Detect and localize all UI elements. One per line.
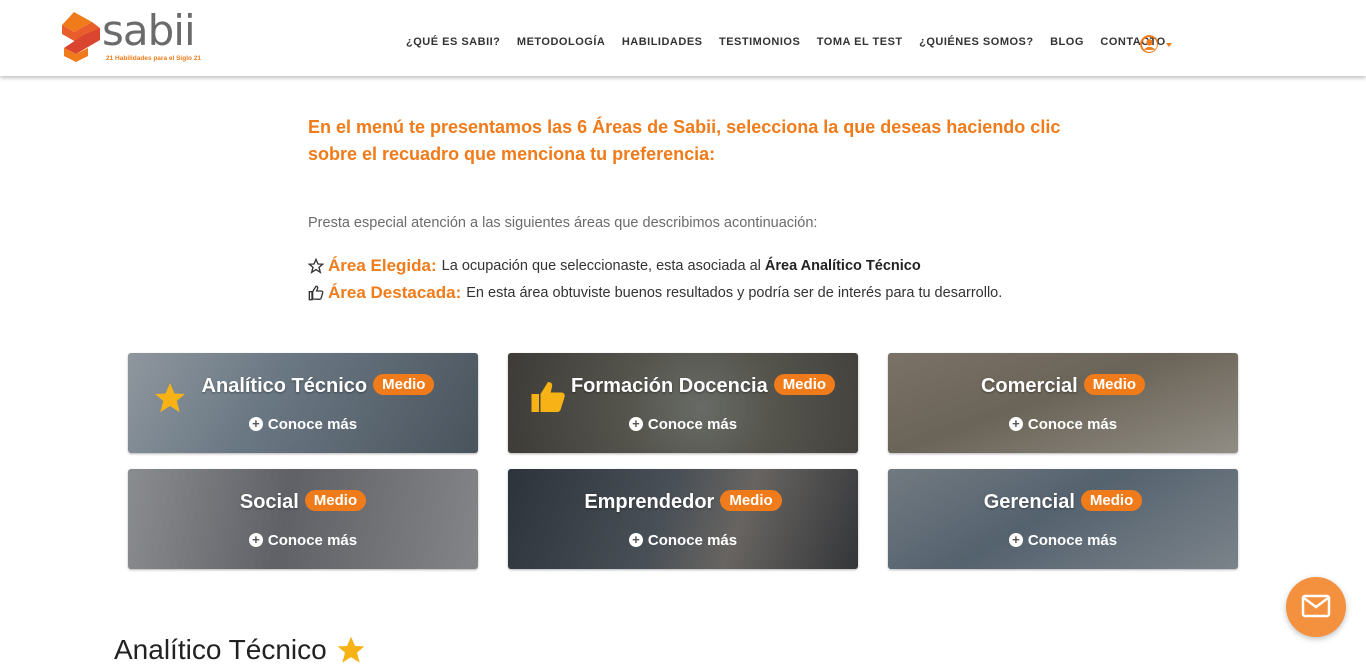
logo-mark-icon	[62, 12, 100, 62]
nav-item-toma-el-test[interactable]: TOMA EL TEST	[817, 36, 903, 48]
user-menu[interactable]	[1140, 35, 1176, 55]
intro-text: En el menú te presentamos las 6 Áreas de…	[308, 117, 1061, 164]
chevron-down-icon	[1166, 43, 1172, 47]
area-card-emprendedor[interactable]: Emprendedor Medio + Conoce más	[508, 469, 858, 569]
plus-circle-icon: +	[628, 533, 643, 548]
nav-item-blog[interactable]: BLOG	[1050, 36, 1084, 48]
plus-circle-icon: +	[248, 533, 263, 548]
card-title: Social	[239, 491, 299, 513]
learn-more-link[interactable]: + Conoce más	[128, 416, 478, 433]
legend-chosen-text: La ocupación que seleccionaste, esta aso…	[441, 258, 761, 274]
note-text: Presta especial atención a las siguiente…	[308, 215, 818, 231]
learn-more-link[interactable]: + Conoce más	[508, 532, 858, 549]
legend-chosen: Área Elegida: La ocupación que seleccion…	[308, 256, 921, 276]
learn-more-link[interactable]: + Conoce más	[888, 532, 1238, 549]
learn-more-label: Conoce más	[1027, 416, 1118, 433]
level-badge: Medio	[1083, 374, 1146, 396]
learn-more-label: Conoce más	[1027, 532, 1118, 549]
legend-chosen-label: Área Elegida:	[328, 256, 437, 275]
nav-item-metodologia[interactable]: METODOLOGÍA	[517, 36, 605, 48]
contact-mail-button[interactable]	[1286, 577, 1346, 637]
thumbs-up-outline-icon	[308, 285, 324, 301]
section-title-text: Analítico Técnico	[114, 634, 327, 665]
learn-more-label: Conoce más	[267, 416, 358, 433]
logo-tagline: 21 Habilidades para el Siglo 21	[106, 55, 202, 62]
main-nav: ¿QUÉ ES SABII? METODOLOGÍA HABILIDADES T…	[406, 36, 1182, 48]
area-card-gerencial[interactable]: Gerencial Medio + Conoce más	[888, 469, 1238, 569]
site-header: sabii 21 Habilidades para el Siglo 21 ¿Q…	[0, 0, 1366, 76]
nav-item-habilidades[interactable]: HABILIDADES	[622, 36, 703, 48]
learn-more-link[interactable]: + Conoce más	[508, 416, 858, 433]
card-title: Emprendedor	[584, 491, 715, 513]
learn-more-label: Conoce más	[267, 532, 358, 549]
nav-item-quienes-somos[interactable]: ¿QUIÉNES SOMOS?	[919, 36, 1033, 48]
legend-chosen-area: Área Analítico Técnico	[764, 258, 921, 274]
legend-highlight-label: Área Destacada:	[328, 283, 462, 302]
nav-item-testimonios[interactable]: TESTIMONIOS	[719, 36, 800, 48]
star-icon	[337, 636, 365, 663]
nav-item-que-es-sabii[interactable]: ¿QUÉ ES SABII?	[406, 36, 500, 48]
card-title: Formación Docencia	[570, 375, 768, 397]
level-badge: Medio	[1080, 490, 1143, 512]
level-badge: Medio	[720, 490, 782, 512]
learn-more-link[interactable]: + Conoce más	[128, 532, 478, 549]
legend-highlight-text: En esta área obtuviste buenos resultados…	[466, 285, 1003, 301]
plus-circle-icon: +	[1008, 417, 1023, 432]
sabii-logo[interactable]: sabii 21 Habilidades para el Siglo 21	[62, 6, 222, 68]
section-title: Analítico Técnico	[114, 634, 367, 666]
area-card-analitico-tecnico[interactable]: Analítico Técnico Medio + Conoce más	[128, 353, 478, 453]
card-title: Comercial	[980, 375, 1078, 397]
logo-wordmark: sabii	[102, 6, 196, 55]
level-badge: Medio	[773, 374, 836, 396]
mail-icon	[1301, 594, 1331, 618]
learn-more-label: Conoce más	[647, 532, 738, 549]
level-badge: Medio	[373, 374, 435, 396]
legend-highlight: Área Destacada: En esta área obtuviste b…	[308, 283, 1002, 303]
area-card-comercial[interactable]: Comercial Medio + Conoce más	[888, 353, 1238, 453]
learn-more-label: Conoce más	[647, 416, 738, 433]
learn-more-link[interactable]: + Conoce más	[888, 416, 1238, 433]
plus-circle-icon: +	[1008, 533, 1023, 548]
user-circle-icon	[1140, 35, 1158, 53]
level-badge: Medio	[304, 490, 367, 512]
card-title: Analítico Técnico	[201, 375, 368, 397]
area-card-social[interactable]: Social Medio + Conoce más	[128, 469, 478, 569]
card-title: Gerencial	[983, 491, 1075, 513]
plus-circle-icon: +	[248, 417, 263, 432]
area-card-formacion-docencia[interactable]: Formación Docencia Medio + Conoce más	[508, 353, 858, 453]
star-outline-icon	[308, 258, 324, 274]
plus-circle-icon: +	[628, 417, 643, 432]
